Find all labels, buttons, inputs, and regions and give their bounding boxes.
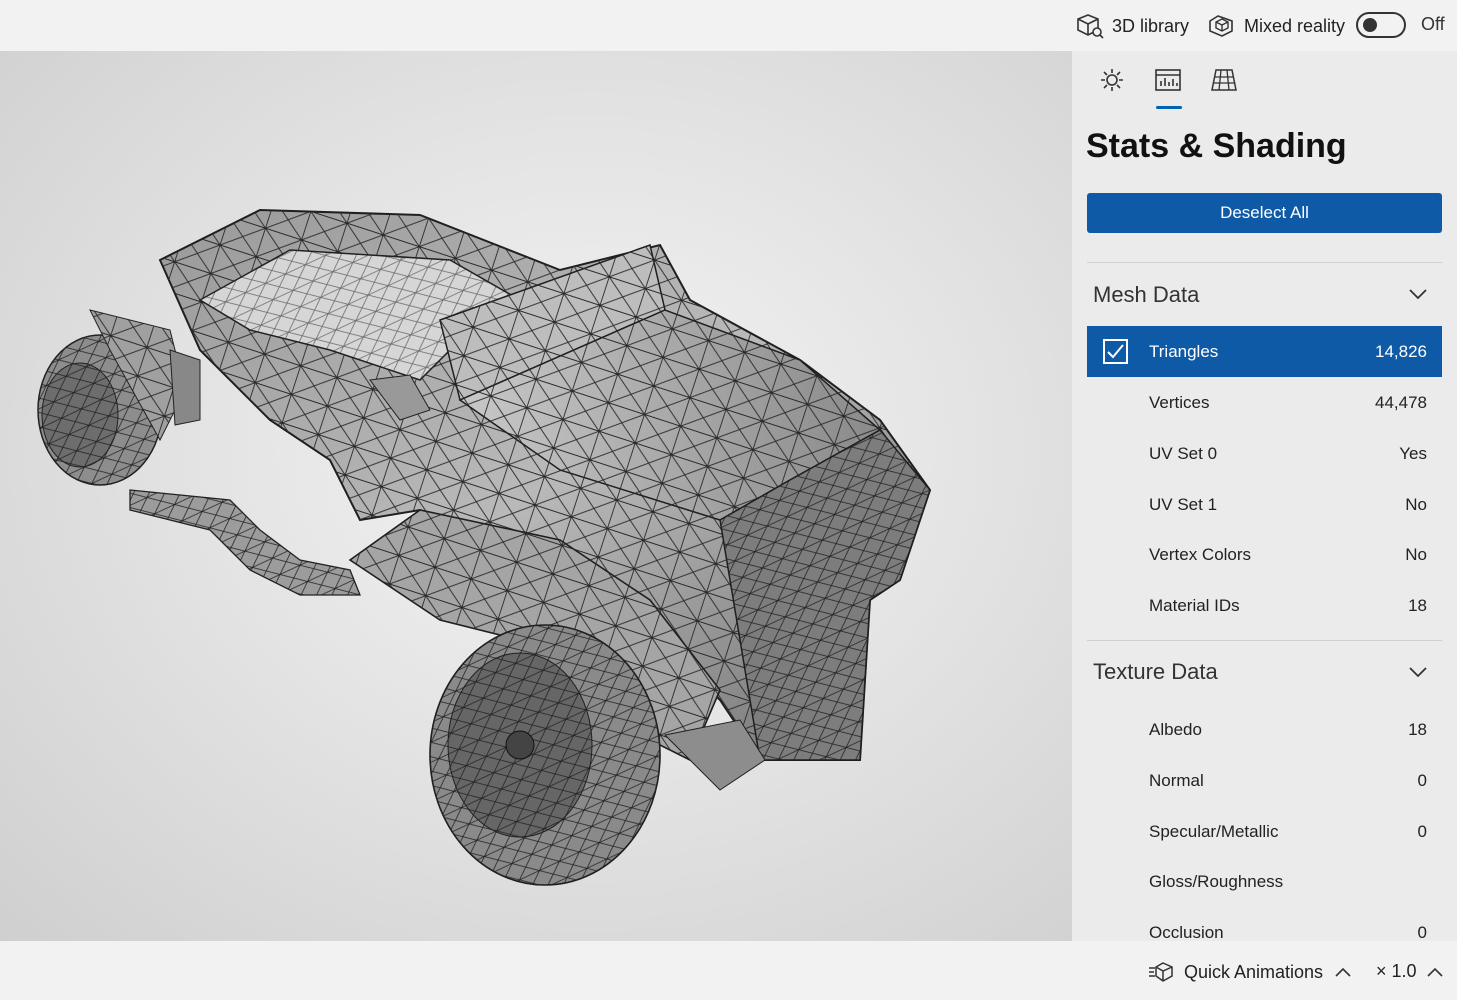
row-label: Occlusion: [1149, 923, 1224, 941]
row-label: Vertex Colors: [1149, 545, 1252, 564]
mixed-reality-icon: [1209, 15, 1233, 37]
divider: [1087, 262, 1442, 263]
row-label: Vertices: [1149, 393, 1210, 412]
mesh-row-material-ids[interactable]: Material IDs 18: [1087, 580, 1442, 631]
top-bar: 3D library Mixed reality Off: [0, 0, 1457, 51]
divider: [1087, 640, 1442, 641]
grid-icon: [1211, 69, 1237, 91]
row-label: Normal: [1149, 771, 1204, 790]
tab-lighting[interactable]: [1084, 67, 1140, 107]
panel-tabs: [1084, 67, 1252, 109]
row-value: 18: [1408, 596, 1427, 615]
rear-wheel: [37, 309, 186, 486]
row-value: 18: [1408, 720, 1427, 739]
3d-library-label: 3D library: [1112, 15, 1190, 36]
chevron-down-icon[interactable]: [1408, 287, 1428, 301]
animation-icon: [1149, 962, 1173, 982]
mixed-reality-button[interactable]: Mixed reality: [1208, 10, 1345, 42]
3d-library-button[interactable]: 3D library: [1076, 10, 1189, 42]
tab-grid[interactable]: [1196, 67, 1252, 107]
row-value: 0: [1417, 923, 1427, 941]
chevron-up-icon: [1426, 967, 1443, 977]
row-label: UV Set 0: [1149, 444, 1218, 463]
texture-data-header[interactable]: Texture Data: [1093, 659, 1218, 685]
row-label: Specular/Metallic: [1149, 822, 1279, 841]
playback-speed-button[interactable]: × 1.0: [1376, 961, 1445, 982]
texture-row-occlusion[interactable]: Occlusion 0: [1087, 907, 1442, 941]
row-value: Yes: [1399, 444, 1427, 463]
texture-row-gloss-roughness[interactable]: Gloss/Roughness: [1087, 856, 1442, 907]
row-value: 0: [1417, 822, 1427, 841]
row-value: No: [1405, 495, 1427, 514]
bottom-bar: Quick Animations × 1.0: [0, 941, 1457, 1000]
triangles-checkbox[interactable]: [1103, 339, 1128, 364]
row-value: 44,478: [1375, 393, 1427, 412]
page-title: Stats & Shading: [1086, 127, 1347, 165]
mixed-reality-state: Off: [1421, 14, 1445, 34]
stats-panel: Stats & Shading Deselect All Mesh Data T…: [1072, 51, 1457, 941]
cube-icon: [1077, 14, 1104, 39]
quick-animations-label: Quick Animations: [1184, 961, 1324, 982]
mesh-row-vertex-colors[interactable]: Vertex Colors No: [1087, 529, 1442, 580]
check-icon: [1107, 344, 1124, 359]
stats-icon: [1155, 69, 1181, 91]
texture-row-normal[interactable]: Normal 0: [1087, 755, 1442, 806]
row-label: UV Set 1: [1149, 495, 1218, 514]
chevron-down-icon[interactable]: [1408, 665, 1428, 679]
texture-row-specular-metallic[interactable]: Specular/Metallic 0: [1087, 806, 1442, 857]
mesh-row-uv-set-0[interactable]: UV Set 0 Yes: [1087, 428, 1442, 479]
mesh-row-triangles[interactable]: Triangles 14,826: [1087, 326, 1442, 377]
row-label: Material IDs: [1149, 596, 1240, 615]
mesh-row-uv-set-1[interactable]: UV Set 1 No: [1087, 479, 1442, 530]
mesh-row-vertices[interactable]: Vertices 44,478: [1087, 377, 1442, 428]
deselect-all-button[interactable]: Deselect All: [1087, 193, 1442, 233]
mixed-reality-label: Mixed reality: [1244, 15, 1346, 36]
3d-viewport[interactable]: [0, 51, 1072, 941]
sun-icon: [1101, 69, 1123, 91]
car-model[interactable]: [0, 51, 1072, 941]
row-label: Gloss/Roughness: [1149, 872, 1284, 891]
texture-row-albedo[interactable]: Albedo 18: [1087, 704, 1442, 755]
row-value: 14,826: [1375, 342, 1427, 361]
tab-stats[interactable]: [1140, 67, 1196, 109]
mesh-data-header[interactable]: Mesh Data: [1093, 282, 1199, 308]
mixed-reality-toggle[interactable]: [1356, 12, 1406, 38]
playback-speed-label: × 1.0: [1376, 961, 1417, 981]
row-value: 0: [1417, 771, 1427, 790]
row-label: Albedo: [1149, 720, 1202, 739]
row-value: No: [1405, 545, 1427, 564]
toggle-knob: [1363, 18, 1377, 32]
row-label: Triangles: [1149, 342, 1219, 361]
chevron-up-icon: [1335, 967, 1351, 977]
quick-animations-button[interactable]: Quick Animations: [1148, 961, 1353, 983]
